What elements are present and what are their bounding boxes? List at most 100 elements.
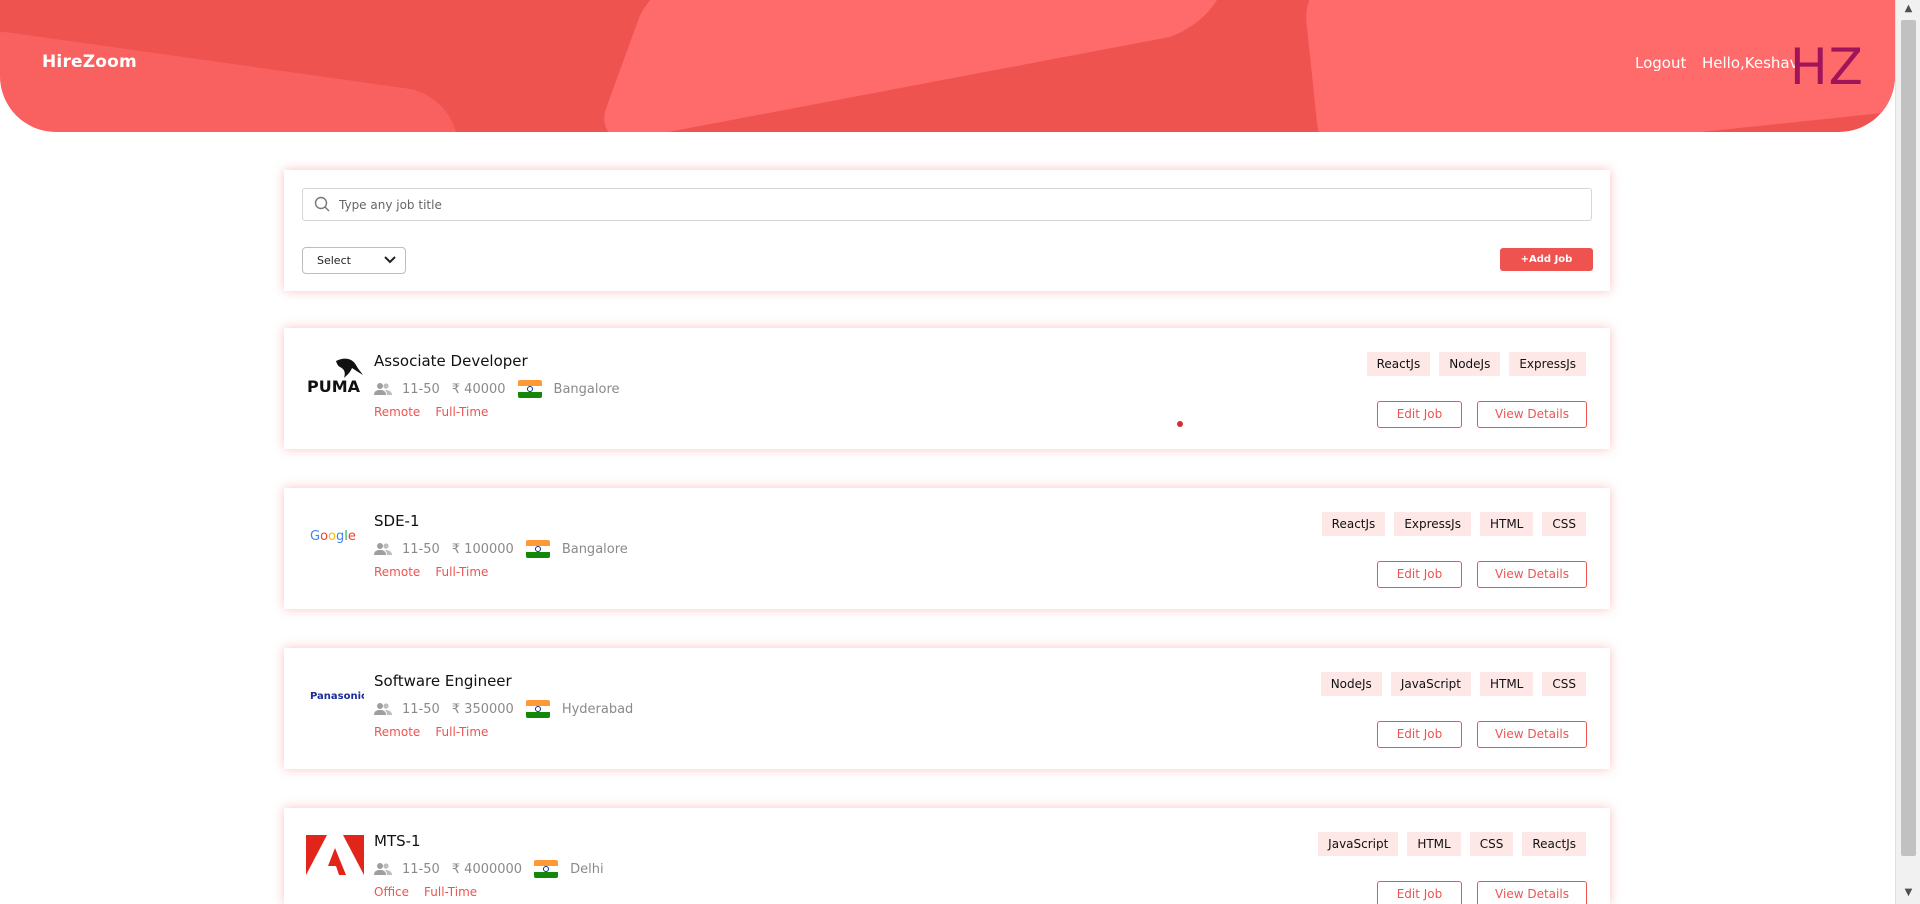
- skill-chip: CSS: [1469, 832, 1514, 856]
- india-flag-icon: [534, 860, 559, 878]
- skill-list: NodeJs JavaScript HTML CSS: [1312, 672, 1586, 696]
- hz-logo[interactable]: HZ: [1790, 38, 1864, 96]
- user-greeting: Hello,Keshav: [1702, 54, 1799, 72]
- location: Hyderabad: [561, 701, 634, 717]
- page-scrollbar[interactable]: ▲ ▼: [1895, 0, 1920, 904]
- view-details-button[interactable]: View Details: [1477, 881, 1587, 904]
- edit-job-button[interactable]: Edit Job: [1377, 401, 1462, 428]
- svg-text:Panasonic: Panasonic: [310, 691, 364, 702]
- panasonic-logo: Panasonic: [306, 670, 364, 720]
- job-meta: 11-50 ₹ 100000 Bangalore: [374, 540, 628, 558]
- adobe-logo: [306, 830, 364, 880]
- job-tags: Remote Full-Time: [374, 405, 503, 419]
- job-tags: Office Full-Time: [374, 885, 492, 899]
- salary: ₹ 4000000: [451, 861, 523, 877]
- skill-chip: ExpressJs: [1509, 352, 1586, 376]
- job-title[interactable]: SDE-1: [374, 512, 420, 530]
- scroll-down-arrow-icon[interactable]: ▼: [1896, 884, 1920, 902]
- skill-chip: HTML: [1407, 832, 1461, 856]
- search-input[interactable]: [339, 189, 1579, 220]
- job-meta: 11-50 ₹ 350000 Hyderabad: [374, 700, 633, 718]
- employment-type: Full-Time: [435, 725, 489, 739]
- skill-chip: NodeJs: [1320, 672, 1382, 696]
- work-mode: Remote: [374, 725, 421, 739]
- header-banner: HireZoom Logout Hello,Keshav HZ: [0, 0, 1895, 132]
- skill-chip: ReactJs: [1366, 352, 1431, 376]
- work-mode: Remote: [374, 405, 421, 419]
- employment-type: Full-Time: [435, 565, 489, 579]
- search-icon: [314, 196, 330, 212]
- location: Bangalore: [561, 541, 628, 557]
- search-box[interactable]: [302, 188, 1592, 221]
- adobe-logo-mark: [306, 835, 364, 875]
- job-card: Google SDE-1 11-50 ₹ 100000 Bangalore Re…: [284, 488, 1610, 609]
- search-panel: Select +Add Job: [284, 170, 1610, 291]
- team-size: 11-50: [402, 381, 440, 397]
- puma-logo-mark: PUMA: [307, 358, 363, 395]
- brand-name[interactable]: HireZoom: [42, 52, 137, 72]
- logout-link[interactable]: Logout: [1635, 54, 1686, 72]
- google-logo-mark: Google: [310, 529, 356, 544]
- skill-chip: NodeJs: [1439, 352, 1501, 376]
- skill-chip: CSS: [1542, 512, 1586, 536]
- chevron-down-icon: [384, 256, 396, 264]
- edit-job-button[interactable]: Edit Job: [1377, 881, 1462, 904]
- job-card: PUMA Associate Developer 11-50 ₹ 40000 B…: [284, 328, 1610, 449]
- people-icon: [374, 543, 392, 555]
- salary: ₹ 100000: [451, 541, 514, 557]
- panasonic-logo-mark: Panasonic: [310, 691, 364, 702]
- svg-text:PUMA: PUMA: [307, 377, 361, 395]
- job-title[interactable]: Associate Developer: [374, 352, 528, 370]
- team-size: 11-50: [402, 541, 440, 557]
- salary: ₹ 40000: [451, 381, 506, 397]
- skill-chip: ReactJs: [1522, 832, 1586, 856]
- salary: ₹ 350000: [451, 701, 514, 717]
- people-icon: [374, 383, 392, 395]
- edit-job-button[interactable]: Edit Job: [1377, 561, 1462, 588]
- skill-chip: JavaScript: [1318, 832, 1399, 856]
- employment-type: Full-Time: [435, 405, 489, 419]
- google-logo: Google: [306, 510, 364, 560]
- job-meta: 11-50 ₹ 4000000 Delhi: [374, 860, 604, 878]
- scrollbar-thumb[interactable]: [1901, 20, 1916, 856]
- cursor-dot: [1177, 421, 1183, 427]
- job-title[interactable]: MTS-1: [374, 832, 421, 850]
- header-decor-shape: [592, 0, 1268, 132]
- view-details-button[interactable]: View Details: [1477, 401, 1587, 428]
- filter-select-value: Select: [317, 254, 351, 267]
- skill-chip: CSS: [1542, 672, 1586, 696]
- view-details-button[interactable]: View Details: [1477, 561, 1587, 588]
- job-card: Panasonic Software Engineer 11-50 ₹ 3500…: [284, 648, 1610, 769]
- edit-job-button[interactable]: Edit Job: [1377, 721, 1462, 748]
- skill-list: JavaScript HTML CSS ReactJs: [1309, 832, 1586, 856]
- skill-chip: HTML: [1479, 512, 1534, 536]
- skill-chip: HTML: [1479, 672, 1534, 696]
- job-meta: 11-50 ₹ 40000 Bangalore: [374, 380, 620, 398]
- team-size: 11-50: [402, 861, 440, 877]
- people-icon: [374, 863, 392, 875]
- view-details-button[interactable]: View Details: [1477, 721, 1587, 748]
- scroll-up-arrow-icon[interactable]: ▲: [1896, 0, 1920, 18]
- svg-text:Google: Google: [310, 529, 356, 544]
- india-flag-icon: [517, 380, 542, 398]
- skill-chip: JavaScript: [1390, 672, 1471, 696]
- job-tags: Remote Full-Time: [374, 565, 503, 579]
- people-icon: [374, 703, 392, 715]
- job-tags: Remote Full-Time: [374, 725, 503, 739]
- work-mode: Office: [374, 885, 410, 899]
- india-flag-icon: [525, 700, 550, 718]
- skill-list: ReactJs ExpressJs HTML CSS: [1313, 512, 1586, 536]
- job-card: MTS-1 11-50 ₹ 4000000 Delhi Office Full-…: [284, 808, 1610, 904]
- team-size: 11-50: [402, 701, 440, 717]
- filter-select[interactable]: Select: [302, 247, 406, 274]
- work-mode: Remote: [374, 565, 421, 579]
- header-decor-shape: [0, 24, 466, 132]
- add-job-button[interactable]: +Add Job: [1500, 248, 1593, 271]
- india-flag-icon: [525, 540, 550, 558]
- puma-logo: PUMA: [306, 350, 364, 400]
- location: Bangalore: [553, 381, 620, 397]
- employment-type: Full-Time: [424, 885, 478, 899]
- job-title[interactable]: Software Engineer: [374, 672, 512, 690]
- location: Delhi: [570, 861, 604, 877]
- skill-chip: ExpressJs: [1394, 512, 1471, 536]
